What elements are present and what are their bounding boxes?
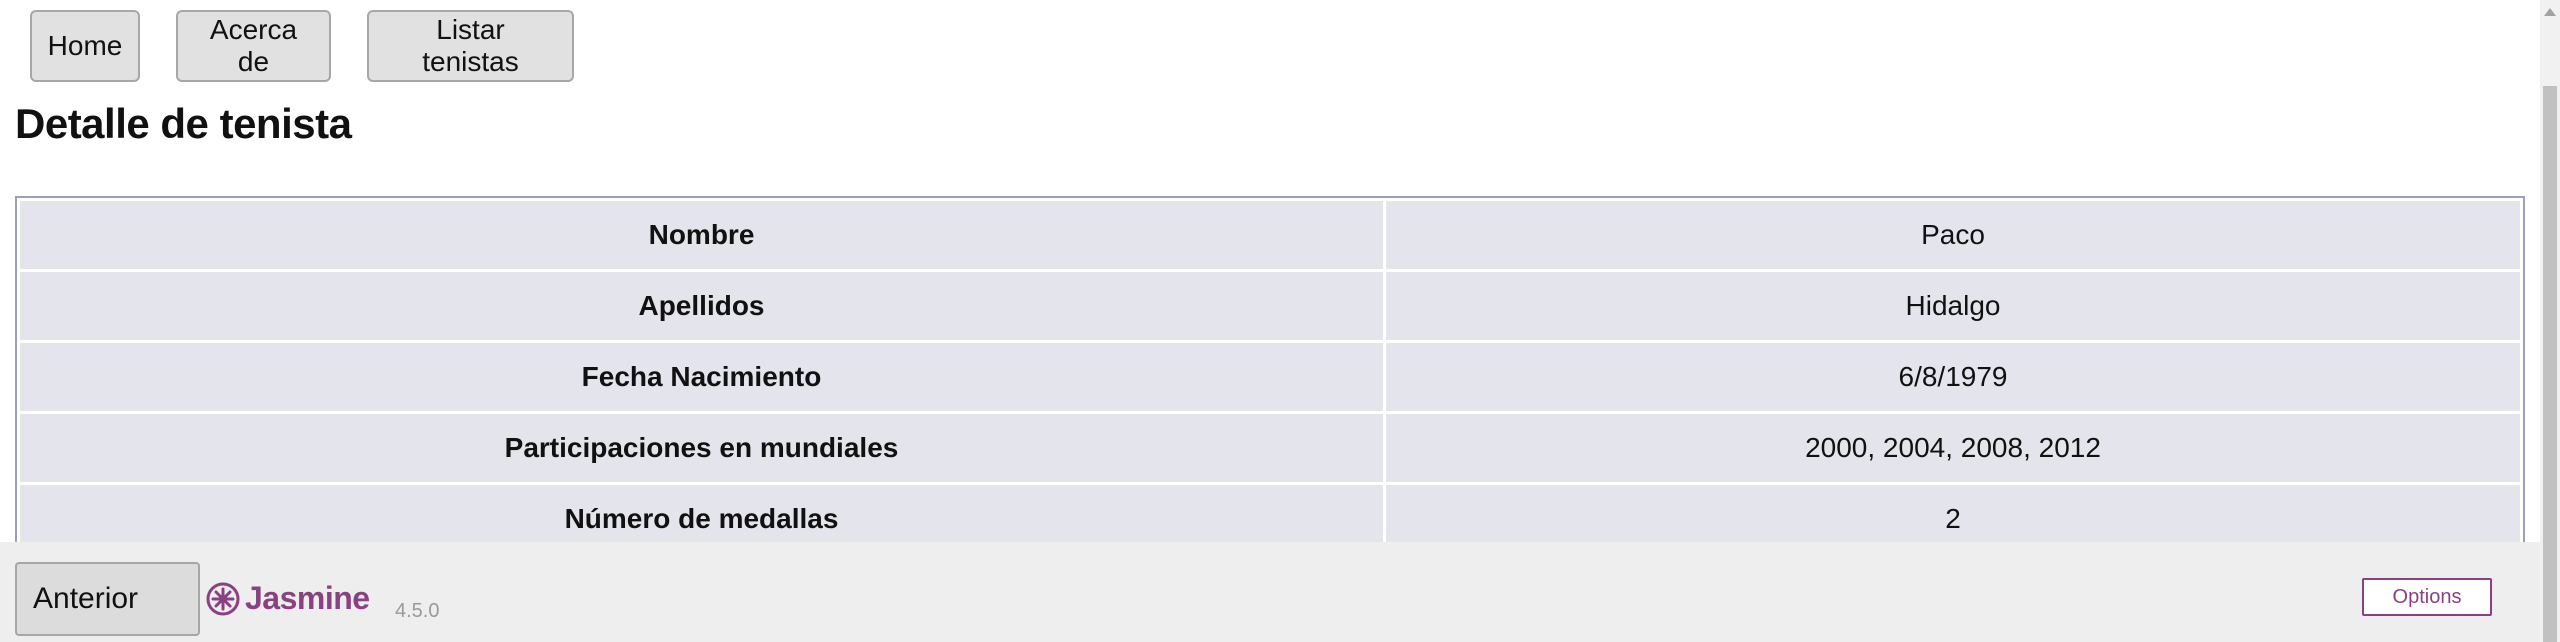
home-button[interactable]: Home — [30, 10, 140, 82]
scroll-up-arrow-icon[interactable] — [2544, 8, 2556, 16]
scrollbar-thumb[interactable] — [2543, 86, 2557, 642]
player-detail-table: Nombre Paco Apellidos Hidalgo Fecha Naci… — [15, 196, 2525, 558]
row-label-name: Nombre — [20, 201, 1383, 269]
row-value-world-cups: 2000, 2004, 2008, 2012 — [1386, 414, 2520, 482]
row-label-world-cups: Participaciones en mundiales — [20, 414, 1383, 482]
jasmine-logo: Jasmine — [205, 580, 370, 617]
jasmine-brand: Jasmine — [245, 580, 370, 616]
options-button[interactable]: Options — [2362, 578, 2492, 616]
row-label-birthdate: Fecha Nacimiento — [20, 343, 1383, 411]
row-label-surname: Apellidos — [20, 272, 1383, 340]
jasmine-flower-icon — [206, 582, 240, 615]
page-title: Detalle de tenista — [15, 100, 352, 147]
jasmine-reporter-bar: Anterior Jasmine 4.5.0 Options — [0, 542, 2540, 642]
table-row: Nombre Paco — [20, 201, 2520, 269]
row-value-name: Paco — [1386, 201, 2520, 269]
previous-button[interactable]: Anterior — [15, 562, 200, 636]
vertical-scrollbar[interactable] — [2540, 0, 2560, 642]
row-value-birthdate: 6/8/1979 — [1386, 343, 2520, 411]
about-button[interactable]: Acerca de — [176, 10, 331, 82]
top-nav: Home Acerca de Listar tenistas — [30, 10, 574, 82]
table-row: Participaciones en mundiales 2000, 2004,… — [20, 414, 2520, 482]
table-row: Fecha Nacimiento 6/8/1979 — [20, 343, 2520, 411]
jasmine-version: 4.5.0 — [395, 600, 440, 622]
table-row: Apellidos Hidalgo — [20, 272, 2520, 340]
list-players-button[interactable]: Listar tenistas — [367, 10, 574, 82]
row-value-surname: Hidalgo — [1386, 272, 2520, 340]
